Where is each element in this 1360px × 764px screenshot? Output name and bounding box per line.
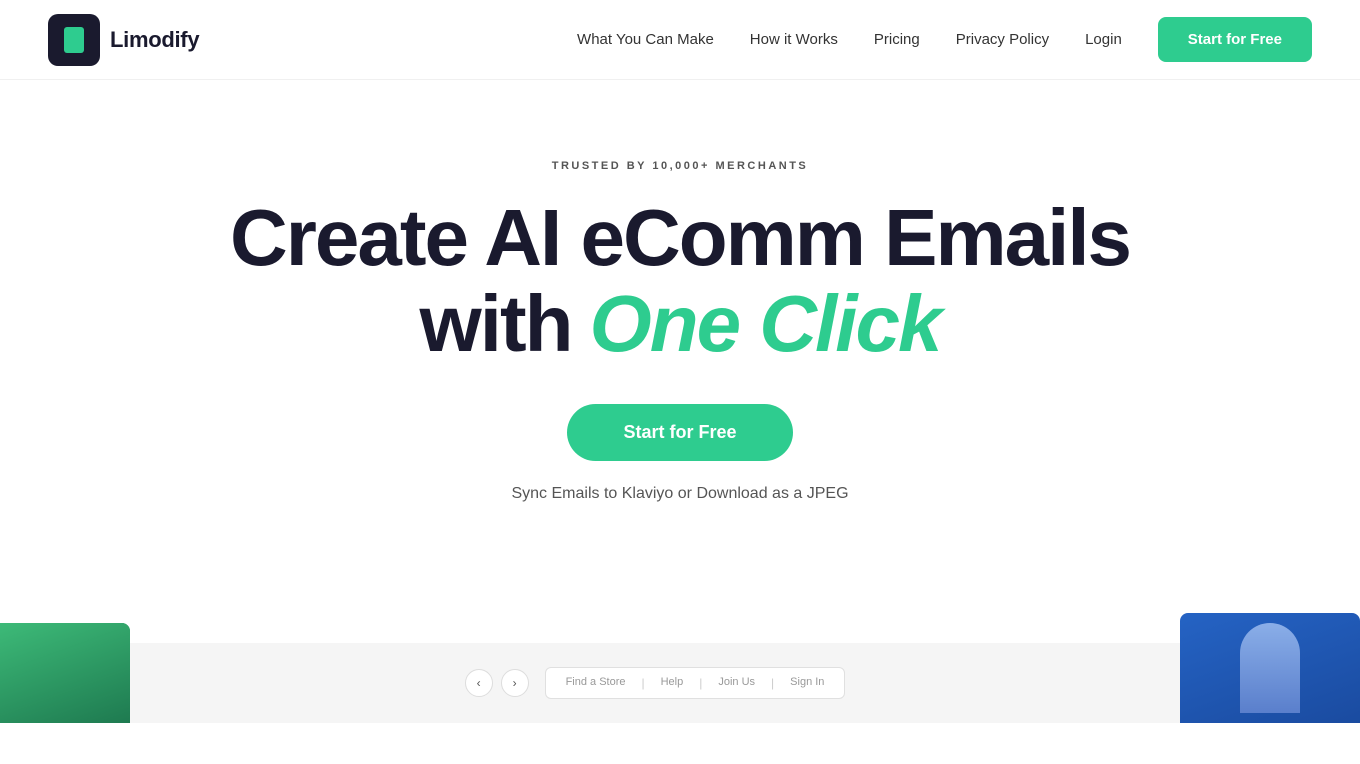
mock-nav-divider-2: | <box>699 676 702 690</box>
arrow-left-button[interactable]: ‹ <box>465 669 493 697</box>
screenshots-strip: ‹ › Find a Store | Help | Join Us | Sign… <box>0 603 1360 723</box>
hero-italic-text: One Click <box>589 280 940 368</box>
nav-item-pricing: Pricing <box>874 31 920 49</box>
nav-links: What You Can Make How it Works Pricing P… <box>577 31 1312 49</box>
screenshot-right <box>1180 613 1360 723</box>
person-silhouette <box>1240 623 1300 713</box>
nav-link-how-it-works[interactable]: How it Works <box>750 31 838 48</box>
nav-cta-item: Start for Free <box>1158 31 1312 49</box>
logo-icon-inner <box>64 27 84 53</box>
screenshot-left-image <box>0 623 130 723</box>
hero-sub-text: Sync Emails to Klaviyo or Download as a … <box>128 485 1232 503</box>
hero-title-line2: with One Click <box>128 280 1232 368</box>
mock-nav-sign-in: Sign In <box>790 676 824 690</box>
nav-link-privacy-policy[interactable]: Privacy Policy <box>956 31 1049 48</box>
nav-link-login[interactable]: Login <box>1085 31 1122 48</box>
hero-badge: TRUSTED BY 10,000+ MERCHANTS <box>128 160 1232 172</box>
arrow-left-icon: ‹ <box>477 676 481 690</box>
nav-link-pricing[interactable]: Pricing <box>874 31 920 48</box>
screenshot-arrows: ‹ › <box>465 669 529 697</box>
brand-name: Limodify <box>110 27 199 53</box>
mock-nav-find-store: Find a Store <box>566 676 626 690</box>
nav-item-how-it-works: How it Works <box>750 31 838 49</box>
arrow-right-button[interactable]: › <box>501 669 529 697</box>
arrow-right-icon: › <box>513 676 517 690</box>
screenshot-nav-mock: Find a Store | Help | Join Us | Sign In <box>545 667 846 699</box>
nav-item-login: Login <box>1085 31 1122 49</box>
screenshot-right-image <box>1180 613 1360 723</box>
nav-item-what-you-can-make: What You Can Make <box>577 31 714 49</box>
mock-nav-help: Help <box>661 676 684 690</box>
mock-nav-divider-3: | <box>771 676 774 690</box>
nav-start-for-free-button[interactable]: Start for Free <box>1158 17 1312 62</box>
screenshot-left <box>0 623 130 723</box>
screenshot-middle: ‹ › Find a Store | Help | Join Us | Sign… <box>130 643 1180 723</box>
hero-start-for-free-button[interactable]: Start for Free <box>567 404 792 461</box>
hero-title-line1: Create AI eComm Emails <box>128 196 1232 280</box>
brand-logo[interactable]: Limodify <box>48 14 199 66</box>
nav-link-what-you-can-make[interactable]: What You Can Make <box>577 31 714 48</box>
hero-section: TRUSTED BY 10,000+ MERCHANTS Create AI e… <box>80 80 1280 603</box>
mock-nav-join-us: Join Us <box>718 676 755 690</box>
logo-icon <box>48 14 100 66</box>
main-nav: Limodify What You Can Make How it Works … <box>0 0 1360 80</box>
mock-nav-divider-1: | <box>641 676 644 690</box>
nav-item-privacy-policy: Privacy Policy <box>956 31 1049 49</box>
hero-with-text: with <box>420 280 572 368</box>
